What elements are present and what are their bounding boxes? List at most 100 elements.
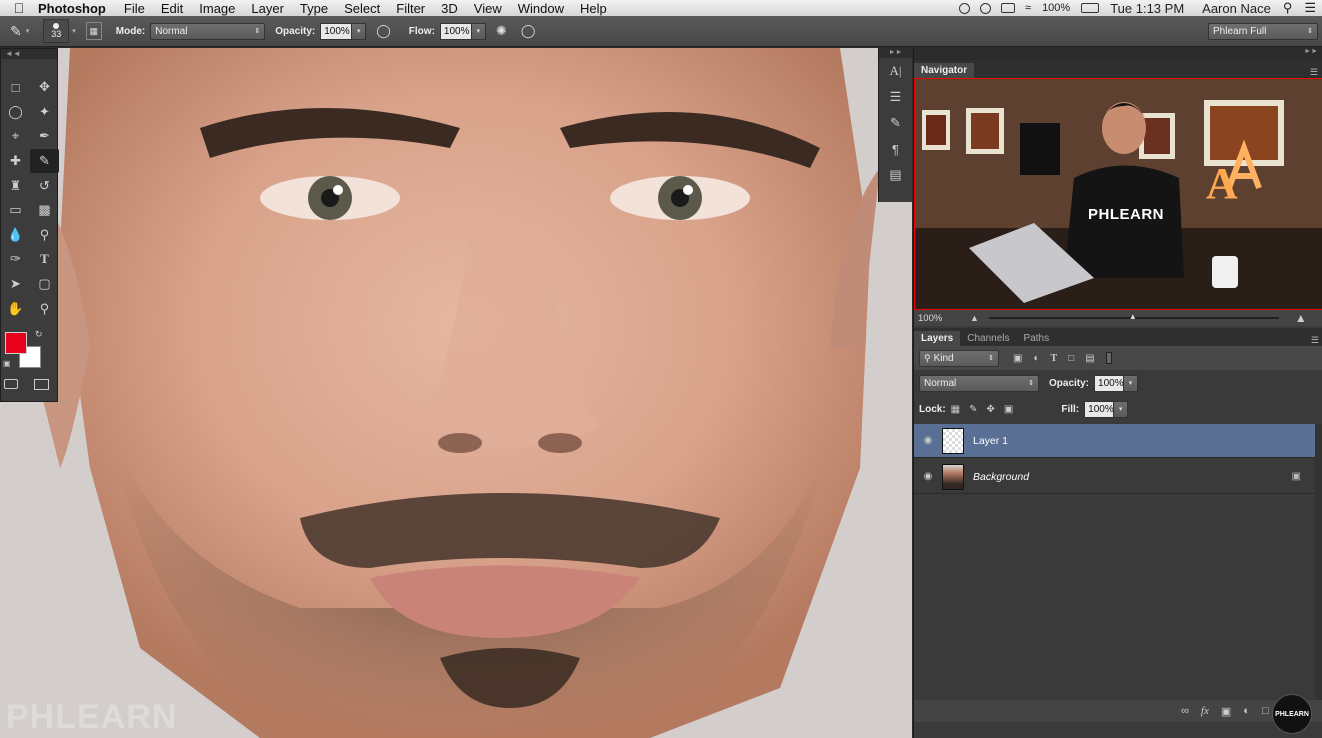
dock-collapse-icon[interactable]: ►► (879, 48, 912, 58)
rectangle-tool-icon[interactable]: ▢ (30, 272, 59, 297)
battery-icon[interactable] (1081, 3, 1100, 13)
filter-pixel-icon[interactable]: ▣ (1013, 353, 1022, 364)
filter-type-icon[interactable]: T (1051, 353, 1058, 364)
clone-stamp-tool-icon[interactable]: ♜ (1, 173, 30, 198)
pen-tool-icon[interactable]: ✑ (1, 247, 30, 272)
add-mask-icon[interactable]: ▣ (1221, 705, 1231, 718)
foreground-color-swatch[interactable] (5, 332, 27, 354)
move-tool-icon[interactable]: ✥ (30, 75, 59, 100)
paragraph-panel-icon[interactable]: ¶ (879, 136, 912, 162)
filter-shape-icon[interactable]: □ (1068, 353, 1074, 364)
brush-tool-icon[interactable]: ✎ (10, 22, 22, 40)
spotlight-icon[interactable]: ⚲ (1283, 0, 1293, 16)
quick-mask-icon[interactable] (4, 379, 18, 389)
new-group-icon[interactable]: □ (1262, 705, 1269, 717)
brush-tool-icon[interactable]: ✎ (30, 148, 59, 174)
opacity-dropdown-icon[interactable]: ▾ (352, 22, 367, 40)
panel-menu-icon[interactable]: ☰ (1310, 67, 1318, 78)
lasso-tool-icon[interactable]: ◯ (1, 100, 30, 125)
tab-navigator[interactable]: Navigator (914, 63, 975, 78)
lock-position-icon[interactable]: ✥ (987, 404, 995, 415)
menu-select[interactable]: Select (344, 1, 380, 16)
lock-all-icon[interactable]: ▣ (1004, 404, 1013, 415)
layer-filter-select[interactable]: ⚲ Kind ⇕ (919, 349, 999, 367)
user-name[interactable]: Aaron Nace (1202, 1, 1271, 16)
blend-mode-select[interactable]: Normal ⇕ (919, 374, 1039, 392)
brush-size-picker[interactable]: 33 (43, 19, 70, 43)
tab-paths[interactable]: Paths (1017, 331, 1057, 346)
menu-view[interactable]: View (474, 1, 502, 16)
menu-edit[interactable]: Edit (161, 1, 183, 16)
flow-field[interactable]: 100% (439, 22, 472, 40)
layer-opacity-field[interactable]: 100% (1094, 374, 1125, 392)
swap-colors-icon[interactable]: ↻ (35, 329, 43, 340)
history-brush-tool-icon[interactable]: ↺ (30, 173, 59, 198)
dodge-tool-icon[interactable]: ⚲ (30, 223, 59, 248)
layer-row-layer-1[interactable]: ◉ Layer 1 (914, 424, 1315, 458)
eyedropper-tool-icon[interactable]: ✒ (30, 124, 59, 149)
navigator-zoom-value[interactable]: 100% (918, 313, 970, 324)
filter-adjustment-icon[interactable]: ◐ (1033, 353, 1039, 364)
document-canvas[interactable]: PHLEARN (0, 48, 912, 738)
blur-tool-icon[interactable]: 💧 (1, 223, 30, 248)
screen-mode-icon[interactable] (34, 379, 49, 390)
workspace-select[interactable]: Phlearn Full ⇕ (1208, 22, 1318, 40)
zoom-in-icon[interactable]: ▲ (1295, 311, 1307, 325)
type-tool-icon[interactable]: T (30, 247, 59, 272)
panel-menu-icon[interactable]: ☰ (1311, 335, 1319, 346)
adjustment-layer-icon[interactable]: ◐ (1243, 705, 1250, 717)
layer-name[interactable]: Background (973, 471, 1029, 483)
brush-panel-toggle-icon[interactable]: ▦ (85, 22, 102, 40)
navigator-view-box[interactable] (914, 78, 1322, 310)
flow-dropdown-icon[interactable]: ▾ (471, 22, 486, 40)
filter-toggle-icon[interactable] (1105, 352, 1112, 364)
menu-3d[interactable]: 3D (441, 1, 458, 16)
zoom-slider-thumb[interactable]: ▲ (1129, 312, 1137, 321)
opacity-field[interactable]: 100% (320, 22, 353, 40)
default-colors-icon[interactable]: ▣ (3, 359, 11, 368)
lock-transparent-icon[interactable]: ▦ (951, 404, 960, 415)
fill-dropdown-icon[interactable]: ▾ (1114, 400, 1129, 418)
menu-help[interactable]: Help (580, 1, 607, 16)
mode-select[interactable]: Normal ⇕ (150, 22, 266, 40)
layers-scrollbar[interactable] (1315, 424, 1322, 700)
fill-field[interactable]: 100% (1084, 400, 1115, 418)
navigator-preview[interactable]: PHLEARN A (914, 78, 1322, 310)
layer-name[interactable]: Layer 1 (973, 435, 1008, 447)
layer-row-background[interactable]: ◉ Background ▣ (914, 460, 1315, 494)
menu-file[interactable]: File (124, 1, 145, 16)
tab-channels[interactable]: Channels (960, 331, 1016, 346)
airbrush-icon[interactable]: ✺ (496, 22, 507, 40)
pressure-size-icon[interactable]: ◯ (521, 22, 536, 40)
eraser-tool-icon[interactable]: ▭ (1, 198, 30, 223)
healing-brush-tool-icon[interactable]: ✚ (1, 149, 30, 174)
app-menu[interactable]: Photoshop (38, 1, 106, 16)
wifi-icon[interactable]: ≈ (1025, 2, 1031, 14)
menu-image[interactable]: Image (199, 1, 235, 16)
layer-lock-icon[interactable]: ▣ (1292, 471, 1301, 482)
marquee-tool-icon[interactable]: □ (1, 75, 30, 100)
panels-collapse-icon[interactable]: ►► (914, 48, 1322, 60)
tool-preset-chevron-icon[interactable]: ▾ (26, 27, 30, 35)
display-icon[interactable] (1001, 3, 1016, 13)
zoom-out-icon[interactable]: ▲ (970, 313, 979, 323)
layer-style-icon[interactable]: fx (1201, 705, 1209, 717)
adjustments-panel-icon[interactable]: ☰ (879, 84, 912, 110)
pressure-opacity-icon[interactable]: ◯ (376, 22, 391, 40)
link-layers-icon[interactable]: ∞ (1181, 705, 1189, 717)
gradient-tool-icon[interactable]: ▩ (30, 198, 59, 223)
visibility-eye-icon[interactable]: ◉ (914, 435, 942, 446)
menu-window[interactable]: Window (518, 1, 564, 16)
clock[interactable]: Tue 1:13 PM (1110, 1, 1184, 16)
visibility-eye-icon[interactable]: ◉ (914, 471, 942, 482)
character-panel-icon[interactable]: A| (879, 58, 912, 84)
tools-panel-header[interactable]: ◄◄ (1, 49, 57, 59)
apple-icon[interactable]:  (0, 0, 38, 16)
creative-cloud-icon[interactable] (959, 2, 971, 14)
tool-presets-panel-icon[interactable]: ▤ (879, 162, 912, 188)
menu-type[interactable]: Type (300, 1, 328, 16)
brush-presets-panel-icon[interactable]: ✎ (879, 110, 912, 136)
brush-picker-chevron-icon[interactable]: ▾ (72, 27, 76, 35)
filter-smart-object-icon[interactable]: ▤ (1085, 353, 1094, 364)
notification-center-icon[interactable]: ☰ (1304, 0, 1316, 16)
